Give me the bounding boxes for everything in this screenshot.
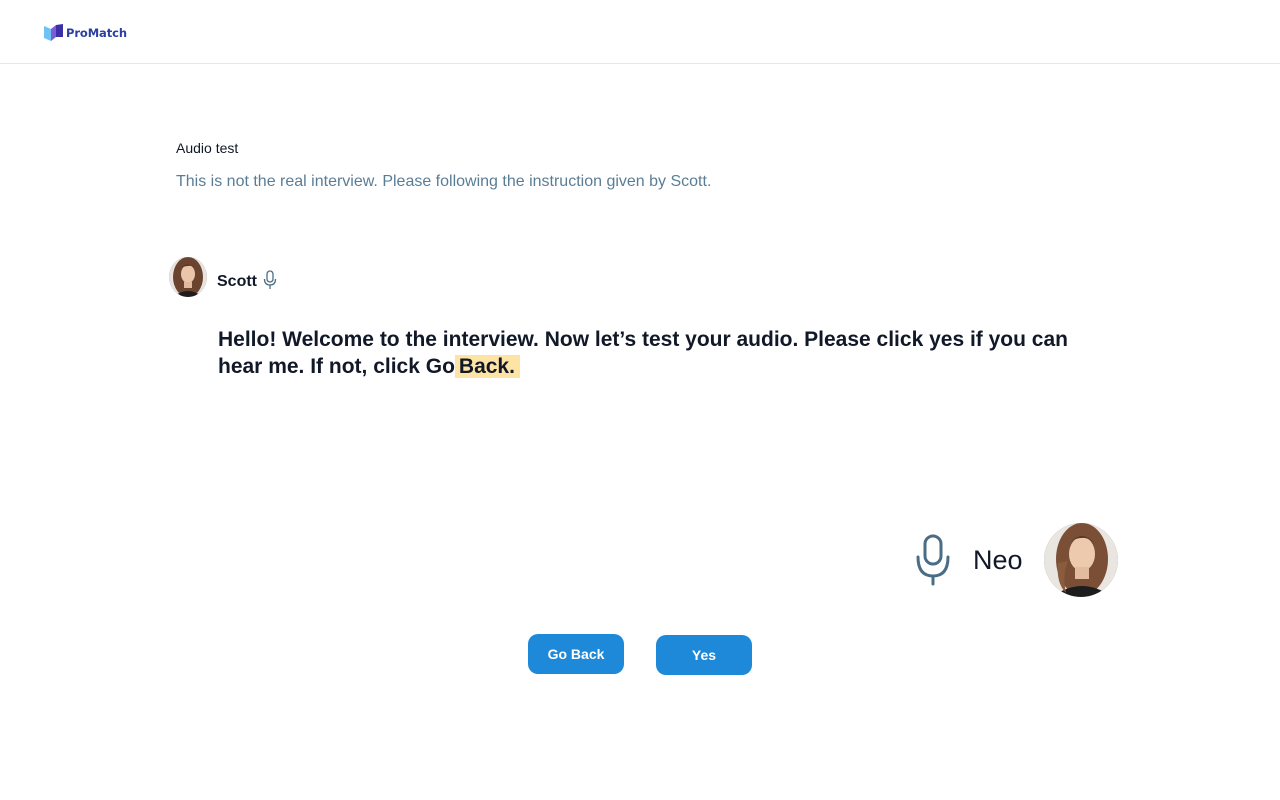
candidate-name: Neo: [973, 544, 1023, 575]
interviewer-message-text: Hello! Welcome to the interview. Now let…: [218, 328, 1068, 378]
audio-test-instructions: This is not the real interview. Please f…: [176, 173, 712, 190]
go-back-button[interactable]: Go Back: [528, 634, 624, 674]
microphone-icon[interactable]: [914, 534, 954, 586]
top-header: ProMatch: [0, 0, 1280, 64]
highlighted-word: Back.: [454, 355, 520, 378]
microphone-icon: [263, 270, 277, 289]
brand-name: ProMatch: [66, 25, 127, 40]
interviewer-header: Scott: [169, 257, 277, 297]
interviewer-message: Hello! Welcome to the interview. Now let…: [218, 326, 1078, 380]
promatch-logo-icon: [44, 24, 63, 41]
interviewer-avatar: [169, 257, 207, 297]
candidate-indicator: Neo: [914, 523, 1118, 597]
candidate-avatar: [1043, 523, 1118, 597]
interviewer-name: Scott: [217, 273, 257, 290]
brand-logo[interactable]: ProMatch: [44, 24, 127, 41]
yes-button[interactable]: Yes: [656, 635, 752, 675]
audio-test-title: Audio test: [176, 140, 239, 156]
